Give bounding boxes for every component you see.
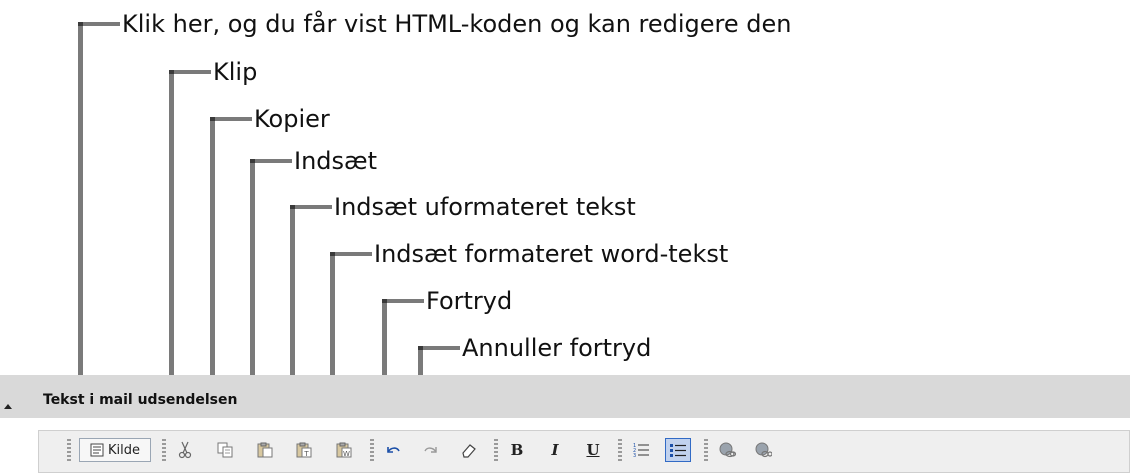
callout-tick-paste xyxy=(250,159,255,163)
callout-line-source-h xyxy=(78,22,120,26)
svg-text:W: W xyxy=(343,450,350,458)
callout-tick-cut xyxy=(169,70,174,74)
paste-button[interactable] xyxy=(253,438,277,462)
copy-button[interactable] xyxy=(213,438,237,462)
bold-icon: B xyxy=(510,440,524,459)
bulleted-list-icon xyxy=(670,444,686,457)
paste-text-icon: T xyxy=(296,442,312,458)
callout-line-redo-h xyxy=(418,346,460,350)
paste-word-icon: W xyxy=(336,442,352,458)
callout-label-redo: Annuller fortryd xyxy=(462,334,652,362)
editor-toolbar: Kilde T W B I U 1 2 3 xyxy=(38,430,1130,473)
italic-icon: I xyxy=(551,440,559,459)
callout-tick-paste-word xyxy=(330,252,335,256)
toolbar-grip[interactable] xyxy=(67,439,71,463)
link-button[interactable] xyxy=(715,438,739,462)
numbered-list-button[interactable]: 1 2 3 xyxy=(629,438,653,462)
italic-button[interactable]: I xyxy=(543,438,567,462)
callout-label-copy: Kopier xyxy=(254,105,330,133)
callout-tick-paste-plain xyxy=(290,205,295,209)
undo-icon xyxy=(387,447,400,453)
callout-tick-source xyxy=(78,22,83,26)
numbered-list-icon: 1 2 3 xyxy=(633,443,649,458)
svg-text:3: 3 xyxy=(633,453,636,458)
callout-label-undo: Fortryd xyxy=(426,287,513,315)
panel-header: Tekst i mail udsendelsen xyxy=(0,375,1130,418)
scissors-icon xyxy=(178,441,192,459)
source-button-label: Kilde xyxy=(108,442,140,458)
paste-word-button[interactable]: W xyxy=(332,438,356,462)
callout-tick-redo xyxy=(418,346,423,350)
panel-title: Tekst i mail udsendelsen xyxy=(43,392,238,408)
callout-line-cut-h xyxy=(169,70,211,74)
source-icon xyxy=(90,443,104,457)
paste-icon xyxy=(257,442,273,458)
remove-format-button[interactable] xyxy=(457,438,481,462)
link-icon xyxy=(719,442,736,458)
toolbar-collapse-arrow-icon[interactable] xyxy=(4,404,12,409)
callout-label-paste-plain: Indsæt uformateret tekst xyxy=(334,193,636,221)
toolbar-grip[interactable] xyxy=(618,439,622,463)
callout-tick-copy xyxy=(210,117,215,121)
redo-icon xyxy=(424,447,437,453)
callout-line-paste-h xyxy=(250,159,292,163)
callout-label-cut: Klip xyxy=(213,58,258,86)
callout-line-paste-word-h xyxy=(330,252,372,256)
cut-button[interactable] xyxy=(173,438,197,462)
callout-line-copy-h xyxy=(210,117,252,121)
toolbar-grip[interactable] xyxy=(494,439,498,463)
editor-panel: Tekst i mail udsendelsen Kilde T W B I U… xyxy=(0,375,1144,473)
callout-tick-undo xyxy=(382,299,387,303)
toolbar-grip[interactable] xyxy=(370,439,374,463)
paste-text-button[interactable]: T xyxy=(292,438,316,462)
svg-text:T: T xyxy=(303,450,309,458)
callout-label-paste: Indsæt xyxy=(294,147,378,175)
unlink-icon xyxy=(755,442,772,458)
underline-icon: U xyxy=(586,440,600,459)
callout-label-source: Klik her, og du får vist HTML-koden og k… xyxy=(122,10,792,38)
bold-button[interactable]: B xyxy=(505,438,529,462)
copy-icon xyxy=(217,442,233,458)
callout-line-paste-plain-h xyxy=(290,205,332,209)
toolbar-grip[interactable] xyxy=(162,439,166,463)
undo-button[interactable] xyxy=(381,438,405,462)
underline-button[interactable]: U xyxy=(581,438,605,462)
redo-button[interactable] xyxy=(419,438,443,462)
bulleted-list-button[interactable] xyxy=(665,438,691,462)
eraser-icon xyxy=(462,444,476,458)
source-button[interactable]: Kilde xyxy=(79,438,151,462)
callout-label-paste-word: Indsæt formateret word-tekst xyxy=(374,240,729,268)
unlink-button[interactable] xyxy=(751,438,775,462)
toolbar-grip[interactable] xyxy=(704,439,708,463)
callout-line-undo-h xyxy=(382,299,424,303)
